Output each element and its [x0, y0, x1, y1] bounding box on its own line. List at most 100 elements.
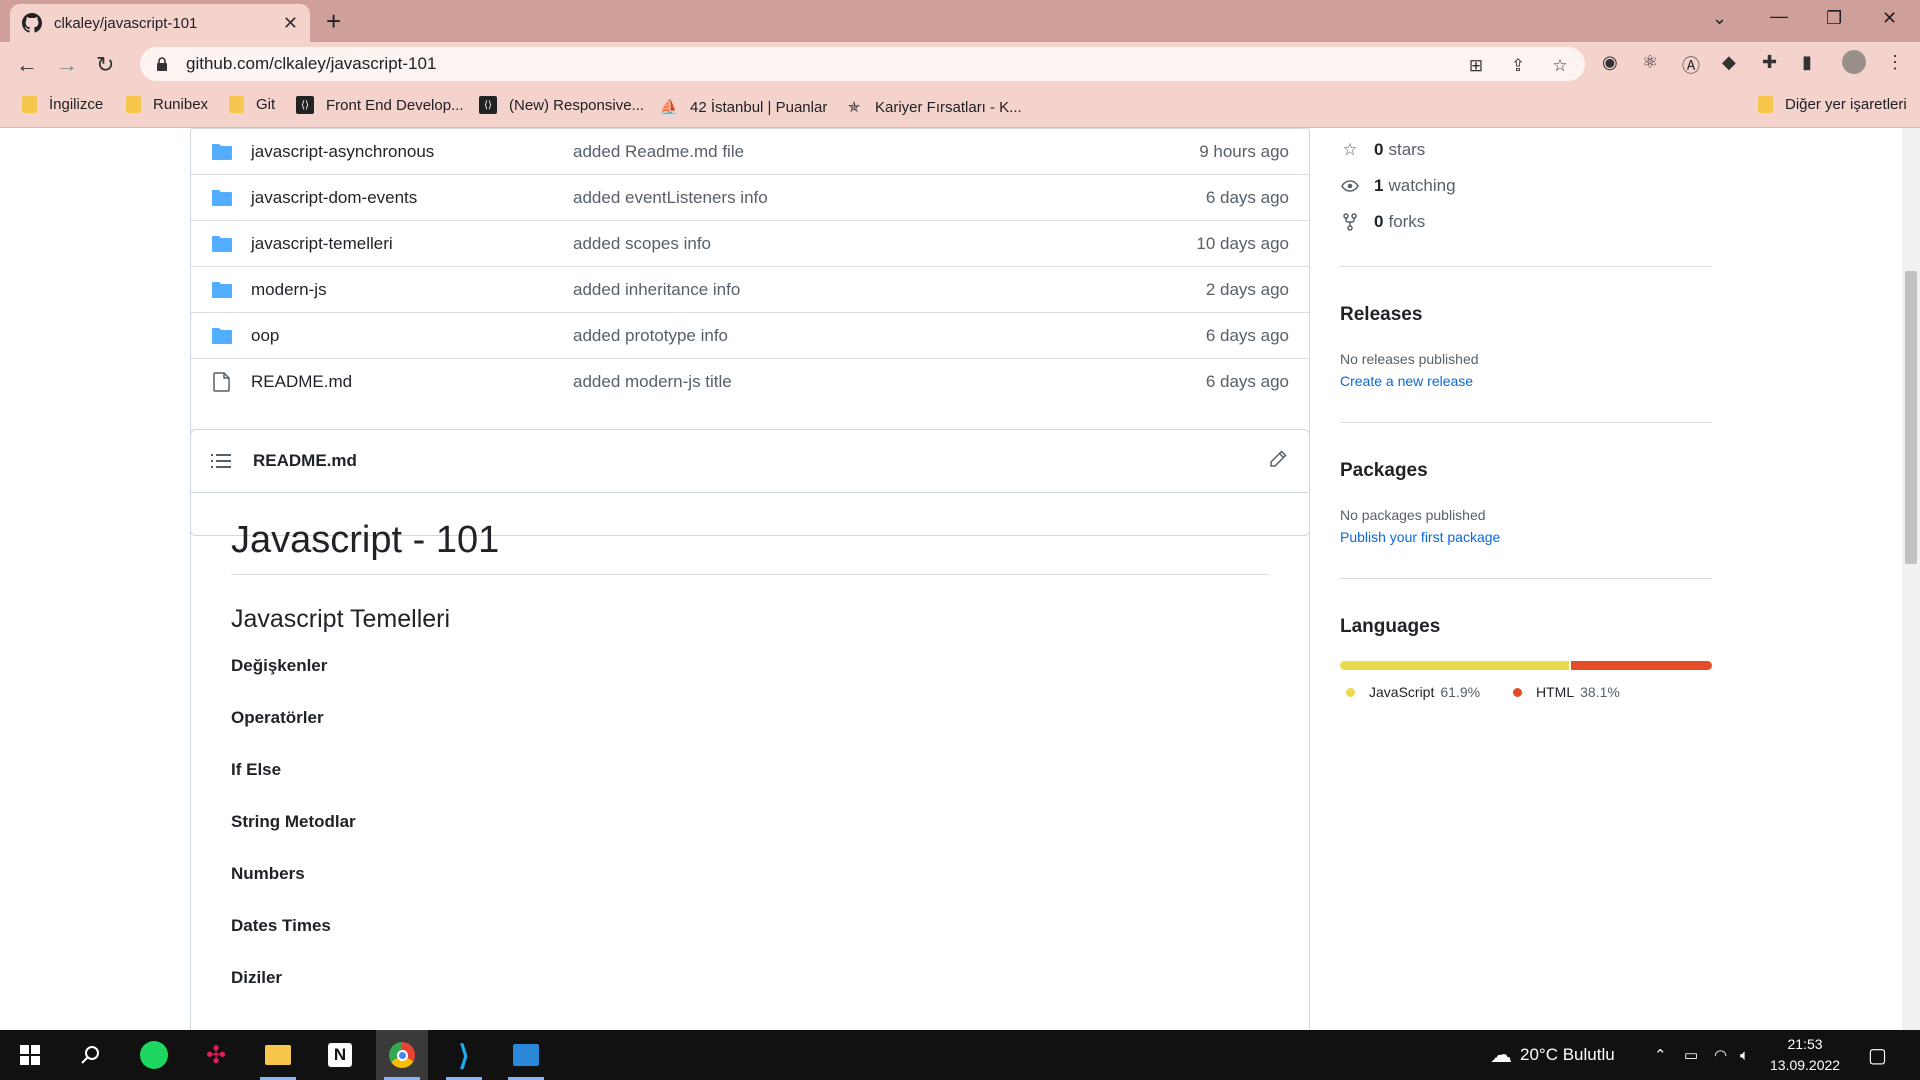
bookmark-label: Diğer yer işaretleri	[1785, 96, 1907, 113]
file-name[interactable]: oop	[251, 326, 279, 346]
weather-widget[interactable]: ☁ 20°C Bulutlu	[1490, 1030, 1615, 1080]
packages-text: No packages published	[1340, 507, 1486, 523]
readme-item: Değişkenler	[231, 656, 328, 675]
bookmark-frontend[interactable]: ⟨⟩ Front End Develop...	[296, 96, 464, 114]
readme-item: Diziler	[231, 968, 283, 987]
browser-titlebar: clkaley/javascript-101 ✕ + ⌄ — ❐ ✕	[0, 0, 1920, 42]
commit-message[interactable]: added modern-js title	[573, 372, 732, 392]
cloud-icon: ☁	[1490, 1042, 1512, 1067]
file-row[interactable]: javascript-asynchronous added Readme.md …	[191, 128, 1309, 174]
folder-icon	[212, 327, 232, 344]
side-panel-icon[interactable]: ▮	[1802, 52, 1812, 73]
language-javascript[interactable]: JavaScript 61.9%	[1346, 684, 1480, 700]
avatar[interactable]	[1842, 50, 1866, 74]
browser-tab[interactable]: clkaley/javascript-101 ✕	[10, 4, 310, 42]
chrome-icon[interactable]	[376, 1030, 428, 1080]
restore-button[interactable]: ❐	[1826, 8, 1842, 29]
commit-message[interactable]: added scopes info	[573, 234, 711, 254]
file-name[interactable]: javascript-temelleri	[251, 234, 393, 254]
forward-button[interactable]: →	[56, 52, 78, 78]
chevron-down-icon[interactable]: ⌄	[1712, 8, 1727, 29]
bookmark-label: Runibex	[153, 96, 209, 113]
clock[interactable]: 21:53 13.09.2022	[1770, 1034, 1840, 1076]
bookmark-ingilizce[interactable]: İngilizce	[22, 96, 103, 113]
commit-time: 2 days ago	[1205, 279, 1289, 299]
dev-icon: ⟨⟩	[296, 96, 314, 114]
bookmark-responsive[interactable]: ⟨⟩ (New) Responsive...	[479, 96, 644, 114]
puzzle-icon[interactable]: ✚	[1762, 52, 1777, 73]
file-row[interactable]: oop added prototype info 6 days ago	[191, 312, 1309, 358]
bookmark-runibex[interactable]: Runibex	[126, 96, 208, 113]
lock-icon	[157, 57, 167, 71]
file-name[interactable]: javascript-asynchronous	[251, 142, 434, 162]
pencil-icon[interactable]	[1269, 450, 1287, 468]
address-bar[interactable]: github.com/clkaley/javascript-101 ⊞ ⇪ ☆	[140, 47, 1585, 81]
folder-icon	[22, 96, 37, 113]
close-tab-icon[interactable]: ✕	[283, 13, 298, 34]
photos-icon[interactable]	[500, 1030, 552, 1080]
releases-text: No releases published	[1340, 351, 1479, 367]
site-icon: ✯	[847, 99, 861, 116]
commit-message[interactable]: added inheritance info	[573, 280, 740, 300]
start-icon[interactable]	[4, 1030, 56, 1080]
publish-package-link[interactable]: Publish your first package	[1340, 529, 1500, 545]
bookmark-kariyer[interactable]: ✯ Kariyer Fırsatları - K...	[843, 96, 1022, 118]
close-window-button[interactable]: ✕	[1882, 8, 1897, 29]
notion-icon[interactable]: N	[314, 1030, 366, 1080]
react-devtools-icon[interactable]: ⚛	[1642, 52, 1658, 73]
browser-toolbar: ← → ↻ github.com/clkaley/javascript-101 …	[0, 42, 1920, 87]
commit-message[interactable]: added prototype info	[573, 326, 728, 346]
packages-heading[interactable]: Packages	[1340, 460, 1428, 482]
language-html[interactable]: HTML 38.1%	[1513, 684, 1620, 700]
commit-message[interactable]: added Readme.md file	[573, 142, 744, 162]
wifi-icon[interactable]: ◠	[1714, 1030, 1727, 1080]
battery-icon[interactable]: ▭	[1684, 1030, 1698, 1080]
scrollbar[interactable]	[1902, 128, 1920, 1030]
folder-icon	[229, 96, 244, 113]
bookmark-label: (New) Responsive...	[509, 96, 645, 114]
weather-text: 20°C Bulutlu	[1520, 1045, 1615, 1064]
site-icon: ⛵	[659, 99, 679, 116]
bookmark-42istanbul[interactable]: ⛵ 42 İstanbul | Puanlar	[658, 96, 828, 118]
readme-filename[interactable]: README.md	[253, 451, 357, 471]
bookmark-other[interactable]: Diğer yer işaretleri	[1758, 96, 1907, 113]
spotify-icon[interactable]	[128, 1030, 180, 1080]
stars-link[interactable]: ☆ 0 stars	[1340, 140, 1425, 160]
new-tab-button[interactable]: +	[326, 8, 341, 34]
translate-icon[interactable]: ⊞	[1465, 55, 1487, 77]
commit-time: 9 hours ago	[1199, 141, 1289, 161]
file-name[interactable]: modern-js	[251, 280, 327, 300]
file-name[interactable]: README.md	[251, 372, 352, 392]
search-icon[interactable]	[64, 1030, 116, 1080]
file-row[interactable]: javascript-dom-events added eventListene…	[191, 174, 1309, 220]
file-row[interactable]: modern-js added inheritance info 2 days …	[191, 266, 1309, 312]
reload-button[interactable]: ↻	[96, 52, 114, 78]
file-row[interactable]: README.md added modern-js title 6 days a…	[191, 358, 1309, 404]
list-icon[interactable]	[211, 453, 231, 469]
back-button[interactable]: ←	[16, 52, 38, 78]
menu-icon[interactable]: ⋮	[1886, 52, 1904, 73]
extension-icon[interactable]: ◉	[1602, 52, 1618, 73]
bookmark-git[interactable]: Git	[229, 96, 275, 113]
file-name[interactable]: javascript-dom-events	[251, 188, 417, 208]
bookmark-star-icon[interactable]: ☆	[1549, 55, 1571, 77]
volume-icon[interactable]: 🔈︎	[1740, 1030, 1749, 1080]
share-icon[interactable]: ⇪	[1507, 55, 1529, 77]
file-explorer-icon[interactable]	[252, 1030, 304, 1080]
accessibility-icon[interactable]: Ⓐ	[1682, 52, 1700, 78]
chevron-up-icon[interactable]: ⌃	[1654, 1030, 1667, 1080]
minimize-button[interactable]: —	[1770, 6, 1788, 27]
create-release-link[interactable]: Create a new release	[1340, 373, 1473, 389]
scrollbar-thumb[interactable]	[1905, 271, 1917, 564]
notification-icon[interactable]: ▢	[1868, 1030, 1887, 1080]
releases-heading[interactable]: Releases	[1340, 304, 1422, 326]
readme-header: README.md	[191, 430, 1309, 493]
commit-message[interactable]: added eventListeners info	[573, 188, 768, 208]
watching-link[interactable]: 1 watching	[1340, 176, 1456, 196]
forks-link[interactable]: 0 forks	[1340, 212, 1425, 232]
google-extension-icon[interactable]: ◆	[1722, 52, 1736, 73]
slack-icon[interactable]: ✣	[190, 1030, 242, 1080]
folder-icon	[212, 235, 232, 252]
vscode-icon[interactable]: ⟩	[438, 1030, 490, 1080]
file-row[interactable]: javascript-temelleri added scopes info 1…	[191, 220, 1309, 266]
